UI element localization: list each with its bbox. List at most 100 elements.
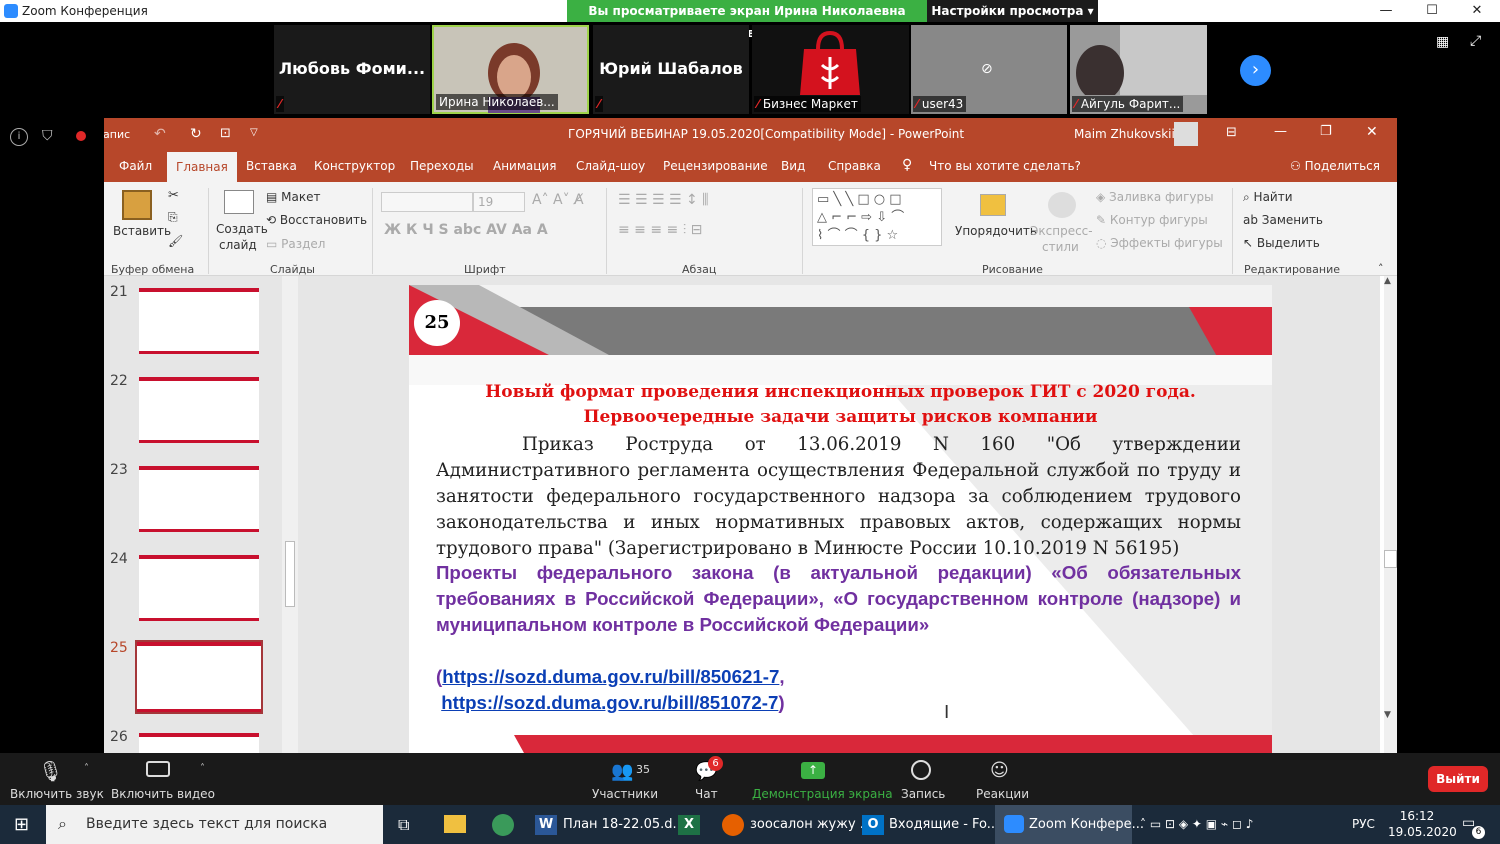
copy-icon[interactable]: ⎘ xyxy=(168,210,178,225)
tab-insert[interactable]: Вставка xyxy=(246,159,297,173)
cut-icon[interactable]: ✂ xyxy=(168,188,179,203)
shape-fill-button[interactable]: ◈ Заливка фигуры xyxy=(1096,190,1214,204)
tab-animations[interactable]: Анимация xyxy=(493,159,556,173)
slide-thumbnail[interactable] xyxy=(139,733,259,753)
participants-button[interactable]: Участники xyxy=(592,787,658,801)
quick-styles-button[interactable]: Экспресс- xyxy=(1030,224,1093,238)
shape-outline-button[interactable]: ✎ Контур фигуры xyxy=(1096,213,1208,227)
select-button[interactable]: ↖ Выделить xyxy=(1243,236,1320,250)
paste-button[interactable]: Вставить xyxy=(113,224,171,238)
start-slideshow-icon[interactable]: ⊡ xyxy=(220,126,231,141)
unmute-button[interactable]: Включить звук xyxy=(10,787,104,801)
participant-tile[interactable]: Юрий Шабалов ⁄ xyxy=(593,25,749,114)
tab-view[interactable]: Вид xyxy=(781,159,805,173)
tab-help[interactable]: Справка xyxy=(828,159,881,173)
close-icon[interactable]: ✕ xyxy=(1454,0,1500,22)
info-icon[interactable]: i xyxy=(10,128,28,146)
new-slide-icon[interactable] xyxy=(224,190,254,214)
share-screen-icon[interactable]: ↑ xyxy=(801,762,825,779)
ribbon-display-icon[interactable]: ⊟ xyxy=(1226,125,1237,140)
participant-tile[interactable]: ⁄ Бизнес Маркет xyxy=(752,25,909,114)
paste-icon[interactable] xyxy=(122,190,152,220)
zoom-app-icon[interactable] xyxy=(1004,815,1024,833)
avatar[interactable] xyxy=(1174,122,1198,146)
replace-button[interactable]: ab Заменить xyxy=(1243,213,1323,227)
view-settings-button[interactable]: Настройки просмотра ▾ xyxy=(927,0,1098,22)
taskbar-outlook-window[interactable]: Входящие - Fo... xyxy=(889,805,999,844)
font-name-select[interactable] xyxy=(381,192,473,212)
taskbar-word-window[interactable]: План 18-22.05.d... xyxy=(563,805,685,844)
align-buttons[interactable]: ≡ ≡ ≡ ≡ ⫶ ⊟ xyxy=(618,222,702,238)
tab-transitions[interactable]: Переходы xyxy=(410,159,474,173)
slide-thumbnail[interactable] xyxy=(139,288,259,354)
maximize-icon[interactable]: ☐ xyxy=(1409,0,1455,22)
layout-button[interactable]: ▤ Макет xyxy=(266,190,320,204)
participant-tile[interactable]: ⁄ Айгуль Фарит... xyxy=(1070,25,1207,114)
reset-button[interactable]: ⟲ Восстановить xyxy=(266,213,367,227)
shapes-gallery[interactable]: ▭ ╲ ╲ □ ○ □ △ ⌐ ⌐ ⇨ ⇩ ⌒ ⌇ ⌒ ⌒ { } ☆ xyxy=(812,188,942,246)
slide-thumbnail[interactable] xyxy=(139,377,259,443)
tab-review[interactable]: Рецензирование xyxy=(663,159,768,173)
scroll-down-icon[interactable]: ▼ xyxy=(1384,710,1391,720)
grow-font-icon[interactable]: A˄ A˅ A̸ xyxy=(532,192,584,208)
share-screen-button[interactable]: Демонстрация экрана xyxy=(752,787,893,801)
undo-icon[interactable]: ↶ xyxy=(154,126,166,142)
participants-icon[interactable]: 👥 xyxy=(611,761,633,782)
word-icon[interactable]: W xyxy=(535,815,557,835)
gallery-view-icon[interactable]: ▦ xyxy=(1436,34,1449,50)
scroll-up-icon[interactable]: ▲ xyxy=(1384,276,1391,286)
outlook-icon[interactable]: O xyxy=(862,815,884,835)
reactions-icon[interactable]: ☺ xyxy=(990,760,1009,781)
firefox-icon[interactable] xyxy=(722,814,744,836)
restore-icon[interactable]: ❐ xyxy=(1320,124,1332,139)
participant-tile-active[interactable]: Ирина Николаев... xyxy=(432,25,589,114)
slide-thumbnail[interactable] xyxy=(139,555,259,621)
link-bill-2[interactable]: https://sozd.duma.gov.ru/bill/851072-7 xyxy=(441,692,778,713)
fullscreen-icon[interactable]: ⤢ xyxy=(1470,33,1481,49)
slide-scrollbar[interactable]: ▲ ▼ xyxy=(1384,276,1397,753)
video-options-icon[interactable]: ˄ xyxy=(200,763,205,774)
shape-effects-button[interactable]: ◌ Эффекты фигуры xyxy=(1096,236,1223,250)
record-button[interactable]: Запись xyxy=(901,787,945,801)
reactions-button[interactable]: Реакции xyxy=(976,787,1029,801)
input-language[interactable]: РУС xyxy=(1352,805,1375,844)
tray-icons[interactable]: ˄ ▭ ⊡ ◈ ✦ ▣ ⌁ ◻ ♪ xyxy=(1140,805,1253,844)
record-icon[interactable] xyxy=(911,760,931,780)
list-buttons[interactable]: ☰ ☰ ☰ ☰ ↕ ⫼ xyxy=(618,192,709,208)
close-icon[interactable]: ✕ xyxy=(1366,124,1378,140)
scrollbar-thumb[interactable] xyxy=(285,541,295,607)
participant-tile[interactable]: ⊘ ⁄ user43 xyxy=(911,25,1067,114)
font-size-select[interactable]: 19 xyxy=(473,192,525,212)
arrange-button[interactable]: Упорядочить xyxy=(955,224,1037,238)
chrome-icon[interactable] xyxy=(492,814,514,836)
tell-me-search[interactable]: Что вы хотите сделать? xyxy=(929,159,1081,173)
minimize-icon[interactable]: — xyxy=(1363,0,1409,22)
quick-styles-icon[interactable] xyxy=(1048,192,1076,218)
taskbar-search-box[interactable]: ⌕ Введите здесь текст для поиска xyxy=(46,805,383,844)
taskbar-firefox-window[interactable]: зоосалон жужу ... xyxy=(750,805,872,844)
participant-tile[interactable]: Любовь Фоми... ⁄ xyxy=(274,25,430,114)
tab-file[interactable]: Файл xyxy=(119,159,152,173)
find-button[interactable]: ⌕ Найти xyxy=(1243,190,1293,205)
mic-muted-icon[interactable]: 🎙 xyxy=(38,759,63,783)
chat-button[interactable]: Чат xyxy=(695,787,718,801)
arrange-icon[interactable] xyxy=(980,194,1006,216)
scrollbar-thumb[interactable] xyxy=(1384,550,1397,568)
minimize-icon[interactable]: — xyxy=(1274,124,1287,139)
tab-slideshow[interactable]: Слайд-шоу xyxy=(576,159,645,173)
excel-icon[interactable]: X xyxy=(678,815,700,835)
section-button[interactable]: ▭ Раздел xyxy=(266,237,325,251)
clock[interactable]: 16:12 19.05.2020 xyxy=(1388,808,1457,840)
start-video-button[interactable]: Включить видео xyxy=(111,787,215,801)
link-bill-1[interactable]: https://sozd.duma.gov.ru/bill/850621-7 xyxy=(442,666,779,687)
tab-home[interactable]: Главная xyxy=(167,152,237,183)
video-off-icon[interactable] xyxy=(146,761,170,777)
share-button[interactable]: ⚇ Поделиться xyxy=(1290,159,1380,173)
windows-start-icon[interactable]: ⊞ xyxy=(14,805,29,844)
tab-design[interactable]: Конструктор xyxy=(314,159,395,173)
audio-options-icon[interactable]: ˄ xyxy=(84,763,89,774)
customize-qat-icon[interactable]: ▽ xyxy=(250,127,258,138)
font-style-buttons[interactable]: Ж К Ч S abc AV Aa A xyxy=(384,222,548,238)
thumbnails-scrollbar[interactable] xyxy=(282,276,298,753)
collapse-ribbon-icon[interactable]: ˄ xyxy=(1378,262,1384,275)
